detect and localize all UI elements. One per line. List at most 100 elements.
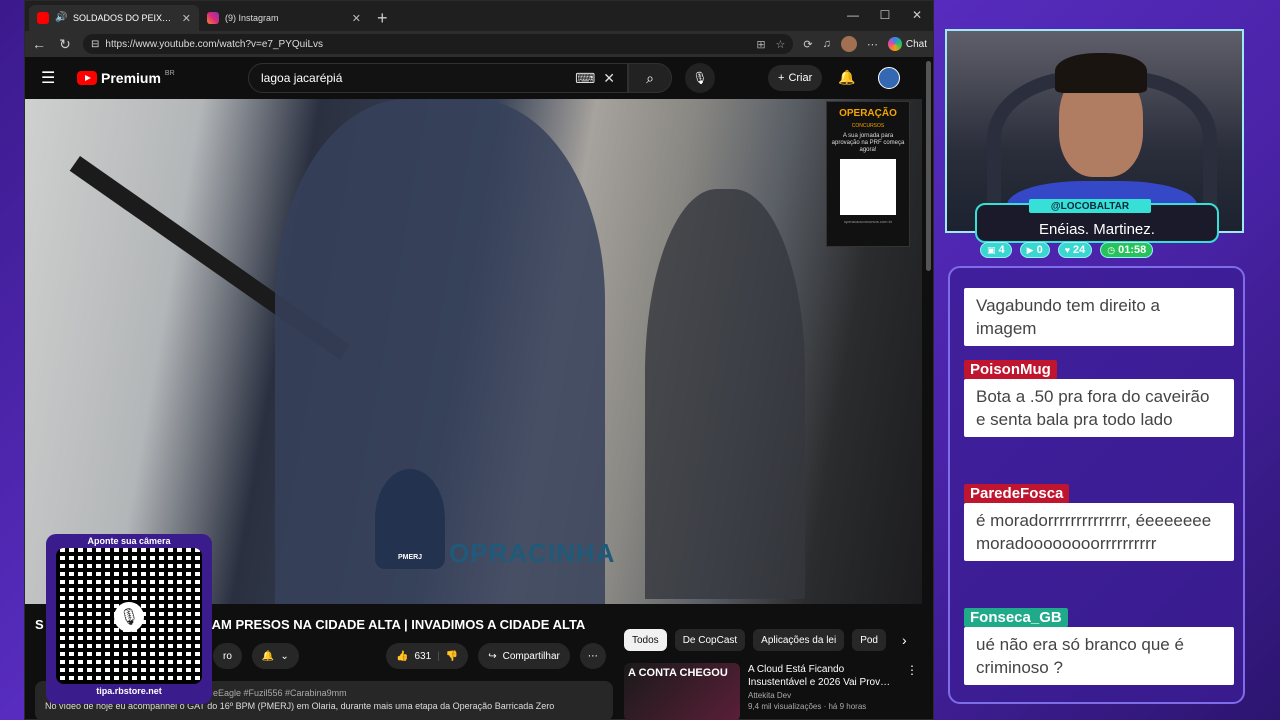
window-close-button[interactable]: ✕ — [901, 1, 933, 29]
chat-message: Vagabundo tem direito a imagem — [964, 288, 1234, 346]
create-button[interactable]: + Criar — [768, 65, 823, 91]
menu-icon[interactable]: ☰ — [41, 68, 61, 88]
chat-username: Fonseca_GB — [964, 608, 1068, 627]
bell-icon: 🔔 — [261, 650, 275, 662]
chat-message: ParedeFosca é moradorrrrrrrrrrrrrr, éeee… — [964, 484, 1234, 561]
tab-youtube[interactable]: 🔊 SOLDADOS DO PEIXÃO FORAM PRESOS ✕ — [29, 5, 199, 31]
clear-search-icon[interactable]: ✕ — [603, 70, 615, 87]
new-tab-button[interactable]: + — [377, 5, 388, 31]
video-player[interactable]: OPERAÇÃO CONCURSOS A sua jornada para ap… — [25, 99, 922, 604]
recommended-info: A Cloud Está Ficando Insustentável e 202… — [748, 663, 898, 720]
search-button[interactable]: ⌕ — [628, 63, 672, 93]
user-avatar[interactable] — [878, 67, 900, 89]
url-field[interactable]: ⊟ https://www.youtube.com/watch?v=e7_PYQ… — [83, 34, 794, 54]
close-icon[interactable]: ✕ — [352, 12, 361, 25]
streamer-hair — [1055, 53, 1147, 93]
video-title-start: S — [35, 617, 44, 632]
copilot-icon — [887, 37, 902, 51]
recommended-channel: Attekita Dev — [748, 691, 792, 700]
search-icon: ⌕ — [646, 69, 654, 86]
watermark-text: OPRACINHA — [449, 538, 616, 568]
reload-button[interactable]: ↻ — [57, 36, 73, 53]
streamer-name: Enéias. Martinez. — [1039, 221, 1155, 238]
heart-icon: ♥ — [1064, 245, 1071, 255]
copilot-chat-button[interactable]: Chat — [887, 37, 927, 51]
live-chat: Vagabundo tem direito a imagem PoisonMug… — [948, 266, 1245, 704]
favorite-star-icon[interactable]: ☆ — [776, 38, 786, 51]
more-options-icon[interactable]: ⋮ — [906, 663, 918, 720]
chat-message-text: é moradorrrrrrrrrrrrrr, éeeeeeee moradoo… — [964, 503, 1234, 561]
tab-instagram[interactable]: (9) Instagram ✕ — [199, 5, 369, 31]
extensions-icon[interactable]: ⟳ — [803, 38, 812, 51]
chevron-right-icon[interactable]: › — [902, 632, 907, 648]
instagram-icon — [207, 12, 219, 24]
more-menu-icon[interactable]: ⋯ — [867, 38, 878, 51]
media-icon[interactable]: ♫ — [823, 38, 831, 50]
ad-sub: CONCURSOS — [851, 123, 885, 129]
channel-watermark: PMERJ OPRACINHA — [375, 469, 615, 569]
youtube-header: ☰ Premium BR lagoa jacarépiá ⌨ ✕ ⌕ 🎙 + C… — [25, 57, 933, 99]
more-actions-button[interactable]: ⋯ — [579, 643, 606, 669]
sponsor-ad[interactable]: OPERAÇÃO CONCURSOS A sua jornada para ap… — [826, 101, 910, 247]
profile-avatar[interactable] — [840, 36, 857, 52]
app-icon[interactable]: ⊞ — [756, 38, 765, 51]
youtube-icon — [37, 12, 49, 24]
share-button[interactable]: ↪ Compartilhar — [478, 643, 570, 669]
subscribe-label: ro — [223, 650, 232, 662]
chip-aplicacoes[interactable]: Aplicações da lei — [753, 629, 845, 651]
window-controls: — ☐ ✕ — [837, 1, 933, 29]
microphone-icon: 🎙 — [114, 602, 144, 632]
microphone-icon: 🎙 — [692, 71, 708, 85]
chat-label: Chat — [905, 38, 927, 50]
chat-username: PoisonMug — [964, 360, 1057, 379]
thumbs-down-icon[interactable]: 👎 — [446, 651, 458, 662]
ad-site: operacaoconcursos.com.br — [843, 218, 893, 224]
recommendation-chips: Todos De CopCast Aplicações da lei Pod › — [624, 629, 907, 651]
search-input[interactable]: lagoa jacarépiá ⌨ ✕ — [248, 63, 628, 93]
video-title-end: AM PRESOS NA CIDADE ALTA | INVADIMOS A C… — [211, 617, 586, 632]
stat-likes: ♥ 24 — [1057, 242, 1093, 258]
recommended-thumbnail[interactable]: A CONTA CHEGOU — [624, 663, 740, 720]
chat-message-text: ué não era só branco que é criminoso ? — [964, 627, 1234, 685]
chip-copcast[interactable]: De CopCast — [674, 629, 746, 651]
subscribe-button[interactable]: ro — [213, 643, 242, 669]
search-value: lagoa jacarépiá — [261, 71, 343, 85]
stream-stats: ▣ 4 ▶ 0 ♥ 24 ◷ 01:58 — [980, 242, 1154, 258]
stat-chat: ▣ 4 — [980, 242, 1012, 258]
address-bar: ← ↻ ⊟ https://www.youtube.com/watch?v=e7… — [25, 31, 933, 57]
like-button[interactable]: 👍 631 | 👎 — [386, 643, 469, 669]
maximize-button[interactable]: ☐ — [869, 1, 901, 29]
video-frame-officer — [645, 189, 805, 599]
streamer-handle: @LOCOBALTAR — [1029, 199, 1151, 213]
scrollbar[interactable] — [926, 61, 931, 271]
stat-value: 4 — [998, 244, 1005, 256]
chip-todos[interactable]: Todos — [624, 629, 667, 651]
notifications-bell-icon[interactable]: 🔔 — [838, 69, 855, 86]
minimize-button[interactable]: — — [837, 1, 869, 29]
keyboard-icon[interactable]: ⌨ — [575, 70, 595, 87]
youtube-logo[interactable]: Premium BR — [77, 70, 175, 86]
recommended-meta: 9,4 mil visualizações · há 9 horas — [748, 702, 867, 711]
stat-value: 24 — [1073, 244, 1086, 256]
notification-settings-button[interactable]: 🔔 ⌄ — [251, 643, 299, 669]
chip-pod[interactable]: Pod — [852, 629, 886, 651]
close-icon[interactable]: ✕ — [182, 12, 191, 25]
stat-value: 0 — [1036, 244, 1043, 256]
voice-search-button[interactable]: 🎙 — [685, 63, 715, 93]
qr-code: 🎙 — [56, 548, 202, 684]
like-count: 631 — [414, 650, 432, 662]
chat-message: PoisonMug Bota a .50 pra fora do caveirã… — [964, 360, 1234, 437]
watermark-badge: PMERJ — [397, 554, 423, 561]
clock-icon: ◷ — [1107, 244, 1116, 255]
streamer-namecard: @LOCOBALTAR Enéias. Martinez. — [975, 199, 1219, 243]
recommended-video[interactable]: A CONTA CHEGOU A Cloud Está Ficando Insu… — [624, 663, 918, 720]
recommended-title[interactable]: A Cloud Está Ficando Insustentável e 202… — [748, 663, 898, 689]
logo-text: Premium — [101, 70, 161, 86]
speaker-icon[interactable]: 🔊 — [55, 12, 67, 24]
site-info-icon[interactable]: ⊟ — [91, 39, 99, 50]
chat-message: Fonseca_GB ué não era só branco que é cr… — [964, 608, 1234, 685]
back-button[interactable]: ← — [31, 36, 47, 52]
youtube-icon: ▶ — [1026, 244, 1034, 255]
tab-title: (9) Instagram — [225, 13, 279, 23]
stat-value: 01:58 — [1118, 244, 1147, 256]
